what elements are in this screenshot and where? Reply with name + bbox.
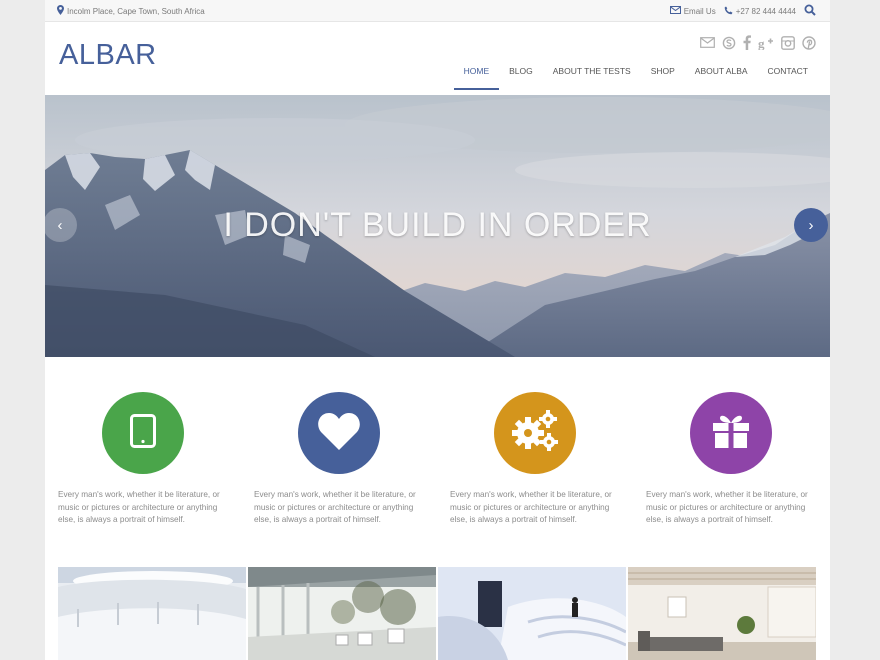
- location: Incolm Place, Cape Town, South Africa: [57, 5, 205, 17]
- email-label: Email Us: [683, 6, 716, 16]
- hero-slider: I DON'T BUILD IN ORDER ‹ ›: [45, 95, 830, 357]
- nav-about-the-tests[interactable]: ABOUT THE TESTS: [543, 60, 641, 89]
- features-section: Every man's work, whether it be literatu…: [45, 357, 830, 557]
- instagram-icon[interactable]: [781, 35, 795, 50]
- chevron-right-icon: ›: [808, 216, 814, 234]
- feature-card: Every man's work, whether it be literatu…: [58, 392, 233, 527]
- top-bar: Incolm Place, Cape Town, South Africa Em…: [45, 0, 830, 22]
- slider-next-button[interactable]: ›: [794, 208, 828, 242]
- feature-card: Every man's work, whether it be literatu…: [450, 392, 625, 527]
- feature-text: Every man's work, whether it be literatu…: [646, 490, 808, 524]
- nav-home[interactable]: HOME: [453, 60, 500, 90]
- image-gallery: [58, 567, 818, 660]
- pinterest-icon[interactable]: [802, 35, 816, 50]
- gallery-image[interactable]: [248, 567, 436, 660]
- feature-icon-circle[interactable]: [494, 392, 576, 474]
- phone-number: +27 82 444 4444: [735, 6, 796, 16]
- feature-text: Every man's work, whether it be literatu…: [450, 490, 612, 524]
- svg-text:g: g: [758, 36, 765, 50]
- location-text: Incolm Place, Cape Town, South Africa: [67, 6, 205, 16]
- mail-icon[interactable]: [700, 37, 715, 48]
- feature-text: Every man's work, whether it be literatu…: [254, 490, 416, 524]
- feature-text: Every man's work, whether it be literatu…: [58, 490, 220, 524]
- site-header: ALBAR g HOME BLOG ABOUT THE TESTS SHOP A…: [45, 22, 830, 96]
- gallery-image[interactable]: [628, 567, 816, 660]
- site-logo[interactable]: ALBAR: [59, 39, 157, 72]
- feature-icon-circle[interactable]: [690, 392, 772, 474]
- map-pin-icon: [57, 5, 64, 17]
- gears-icon: [511, 409, 559, 458]
- nav-shop[interactable]: SHOP: [641, 60, 685, 89]
- nav-about-alba[interactable]: ABOUT ALBA: [685, 60, 758, 89]
- chevron-left-icon: ‹: [57, 216, 63, 234]
- main-navigation: HOME BLOG ABOUT THE TESTS SHOP ABOUT ALB…: [453, 60, 818, 90]
- tablet-icon: [130, 413, 156, 453]
- feature-icon-circle[interactable]: [298, 392, 380, 474]
- phone-icon: [724, 6, 733, 17]
- envelope-icon: [669, 6, 681, 16]
- social-links: g: [700, 35, 816, 50]
- feature-icon-circle[interactable]: [102, 392, 184, 474]
- slide-title: I DON'T BUILD IN ORDER: [223, 206, 652, 244]
- email-link[interactable]: Email Us: [669, 6, 716, 16]
- gift-icon: [712, 413, 750, 454]
- gallery-image[interactable]: [438, 567, 626, 660]
- skype-icon[interactable]: [722, 36, 736, 50]
- page: Incolm Place, Cape Town, South Africa Em…: [45, 0, 830, 660]
- feature-card: Every man's work, whether it be literatu…: [254, 392, 429, 527]
- feature-card: Every man's work, whether it be literatu…: [646, 392, 821, 527]
- google-plus-icon[interactable]: g: [758, 36, 774, 50]
- gallery-image[interactable]: [58, 567, 246, 660]
- facebook-icon[interactable]: [743, 35, 751, 50]
- search-icon[interactable]: [804, 4, 816, 18]
- nav-contact[interactable]: CONTACT: [758, 60, 818, 89]
- heart-icon: [317, 411, 361, 456]
- phone-link[interactable]: +27 82 444 4444: [724, 6, 796, 17]
- nav-blog[interactable]: BLOG: [499, 60, 543, 89]
- contact-links: Email Us +27 82 444 4444: [669, 4, 816, 18]
